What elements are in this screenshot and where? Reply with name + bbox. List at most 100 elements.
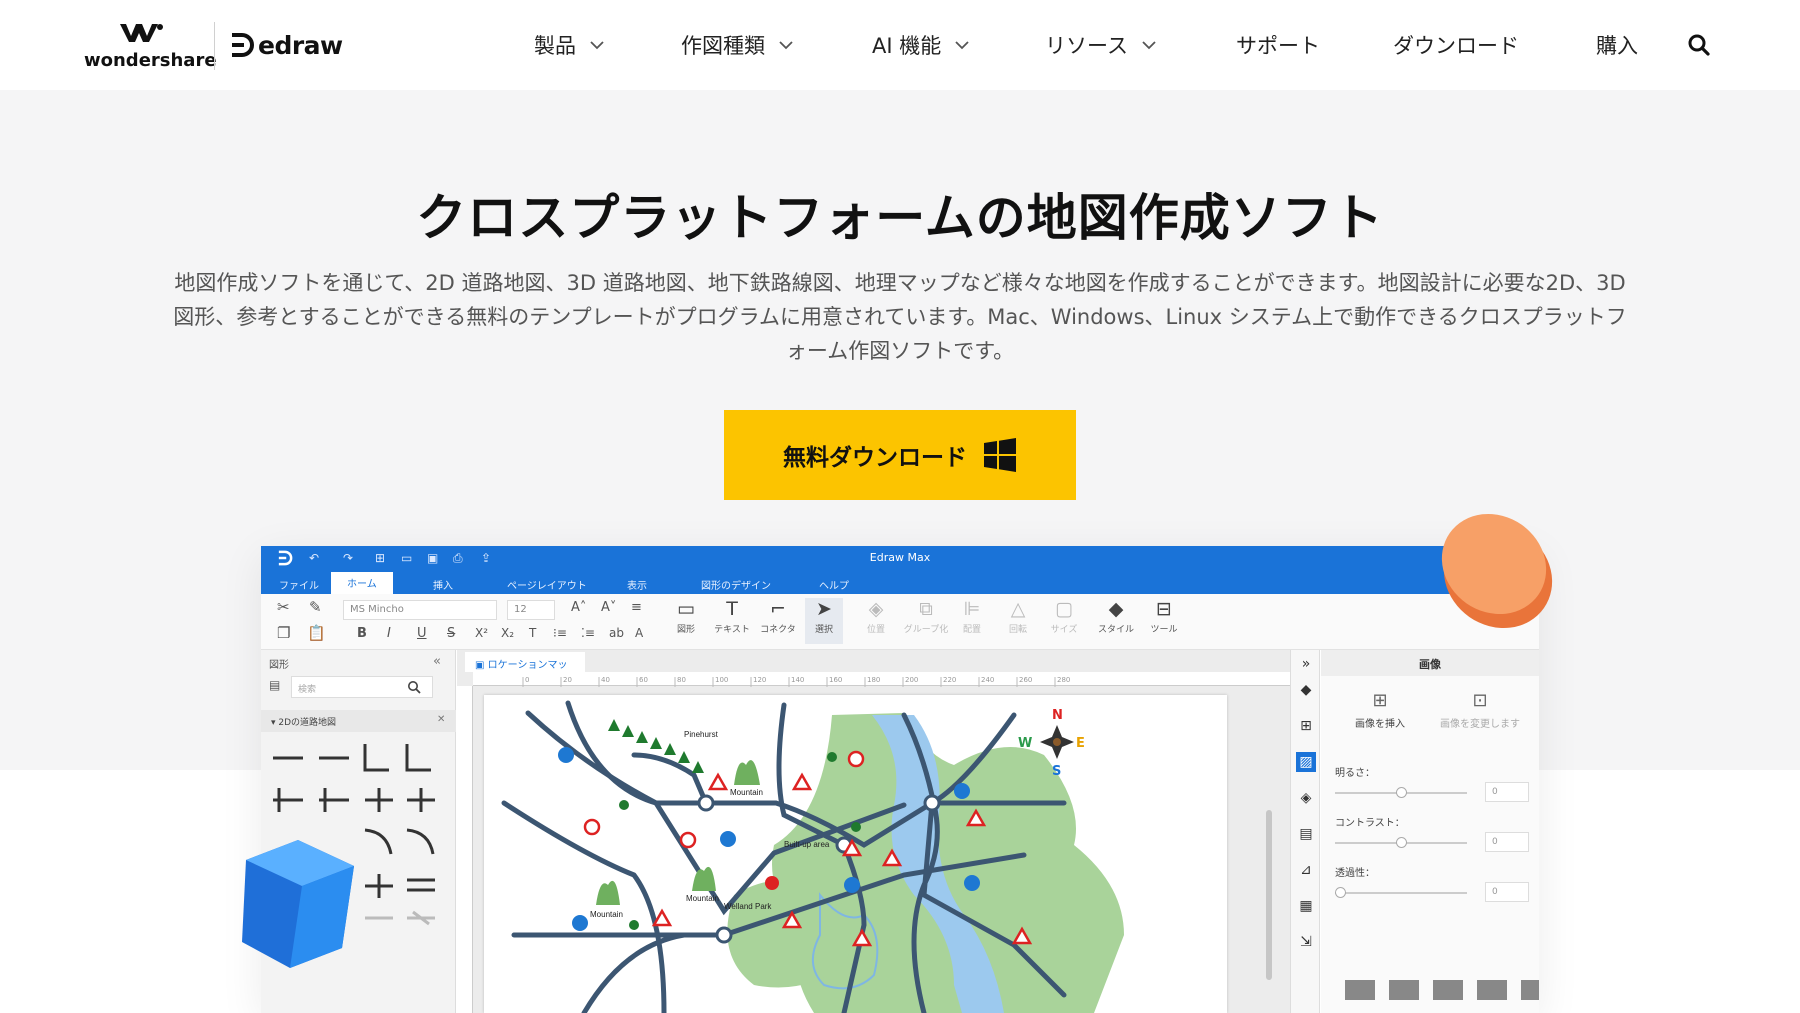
document-tab[interactable]: ▣ ロケーションマップ3 ✕ (465, 652, 585, 686)
brightness-value[interactable]: 0 (1485, 782, 1529, 802)
tools-button[interactable]: ⊟ ツール (1145, 598, 1183, 644)
connector-tool-button[interactable]: ⌐ コネクタ (759, 598, 797, 644)
align-text-icon[interactable]: ≡ (631, 600, 642, 615)
layers-icon[interactable]: ◈ (1296, 788, 1316, 808)
close-icon[interactable]: ✕ (437, 714, 445, 725)
nav-item-ai-features[interactable]: AI 機能 (872, 24, 971, 66)
edraw-app-screenshot: ↶ ↷ ⊞ ▭ ▣ ⎙ ⇪ Edraw Max ファイル ホーム 挿入 ページレ… (261, 546, 1539, 1013)
nav-item-products[interactable]: 製品 (534, 24, 606, 66)
image-icon[interactable]: ▨ (1296, 752, 1316, 772)
size-icon: ▢ (1055, 598, 1073, 620)
fill-icon[interactable]: ◆ (1296, 680, 1316, 700)
select-tool-button[interactable]: ➤ 選択 (805, 598, 843, 644)
copy-icon[interactable]: ❐ (277, 624, 290, 642)
group-button[interactable]: ⧉ グループ化 (903, 598, 949, 644)
map-label-pinehurst: Pinehurst (684, 730, 719, 739)
edraw-logo[interactable]: edraw (230, 28, 343, 62)
shape-category-2d-road-map[interactable]: ▾ 2Dの道路地図 (261, 710, 456, 732)
library-icon[interactable]: ▤ (269, 678, 280, 692)
image-preset[interactable] (1389, 980, 1419, 1000)
chart-icon[interactable]: ⊿ (1296, 860, 1316, 880)
transparency-value[interactable]: 0 (1485, 882, 1529, 902)
text-highlight-icon[interactable]: ab (609, 626, 624, 640)
slider-knob[interactable] (1395, 837, 1407, 848)
shape-tool-button[interactable]: ▭ 図形 (667, 598, 705, 644)
compass-w-label: W (1018, 736, 1032, 751)
change-image-button[interactable]: ⊡ 画像を変更します (1435, 690, 1525, 730)
superscript-icon[interactable]: X² (475, 626, 488, 640)
select-tool-label: 選択 (814, 625, 833, 635)
ruler-tick-label: 200 (905, 676, 918, 684)
free-download-button[interactable]: 無料ダウンロード (724, 410, 1076, 500)
vertical-ruler (457, 686, 473, 1013)
image-preset[interactable] (1345, 980, 1375, 1000)
window-title: Edraw Max (869, 551, 931, 564)
table-icon[interactable]: ▦ (1296, 896, 1316, 916)
paint-bucket-icon: ◆ (1108, 598, 1124, 620)
subscript-icon[interactable]: X₂ (501, 626, 514, 640)
size-label: サイズ (1050, 625, 1078, 635)
tab-file[interactable]: ファイル (279, 574, 319, 594)
chevron-down-icon (779, 41, 793, 50)
underline-icon[interactable]: U (417, 626, 427, 641)
text-tool-button[interactable]: T テキスト (713, 598, 751, 644)
tab-page-layout[interactable]: ページレイアウト (507, 574, 587, 594)
tab-insert[interactable]: 挿入 (433, 574, 453, 594)
tab-help[interactable]: ヘルプ (819, 574, 849, 594)
font-size-select[interactable]: 12 (507, 600, 555, 620)
page-icon[interactable]: ▤ (1296, 824, 1316, 844)
road-map-drawing[interactable]: N S E W Pinehurst Mountain Mountain Moun… (484, 695, 1227, 1013)
paste-icon[interactable]: 📋 (307, 624, 326, 642)
nav-item-resources[interactable]: リソース (1045, 24, 1158, 66)
rotate-button[interactable]: △ 回転 (999, 598, 1037, 644)
font-family-select[interactable]: MS Mincho (343, 600, 497, 620)
nav-item-label: リソース (1045, 34, 1128, 58)
hero-description: 地図作成ソフトを通じて、2D 道路地図、3D 道路地図、地下鉄路線図、地理マップ… (120, 266, 1680, 368)
bold-icon[interactable]: B (357, 626, 367, 641)
transparency-label: 透過性： (1335, 868, 1375, 879)
font-color-icon[interactable]: A (635, 626, 643, 640)
props-title: 画像 (1321, 650, 1539, 676)
tab-shape-design[interactable]: 図形のデザイン (701, 574, 771, 594)
cut-icon[interactable]: ✂ (277, 598, 290, 616)
export-icon[interactable]: ⇲ (1296, 932, 1316, 952)
position-button[interactable]: ◈ 位置 (857, 598, 895, 644)
strikethrough-icon[interactable]: S (447, 626, 455, 641)
brightness-slider[interactable] (1335, 787, 1467, 798)
font-grow-icon[interactable]: A˄ (571, 600, 586, 615)
tab-view[interactable]: 表示 (627, 574, 647, 594)
search-icon[interactable] (1686, 32, 1712, 58)
insert-image-button[interactable]: ⊞ 画像を挿入 (1335, 690, 1425, 730)
nav-item-download[interactable]: ダウンロード (1393, 24, 1519, 66)
contrast-value[interactable]: 0 (1485, 832, 1529, 852)
canvas-scrollbar[interactable] (1266, 810, 1272, 980)
numbered-list-icon[interactable]: ⁝≡ (553, 626, 567, 640)
ruler-tick-label: 260 (1019, 676, 1032, 684)
tab-home[interactable]: ホーム (331, 572, 393, 594)
nav-item-support[interactable]: サポート (1236, 24, 1320, 66)
wondershare-logo[interactable]: wondershare (82, 20, 217, 76)
text-spacing-icon[interactable]: T (529, 626, 536, 640)
image-preset[interactable] (1521, 980, 1539, 1000)
font-shrink-icon[interactable]: A˅ (601, 600, 616, 615)
slider-knob[interactable] (1395, 787, 1407, 798)
size-button[interactable]: ▢ サイズ (1045, 598, 1083, 644)
map-page[interactable]: N S E W Pinehurst Mountain Mountain Moun… (484, 695, 1227, 1013)
search-icon[interactable] (407, 680, 421, 694)
italic-icon[interactable]: I (387, 626, 391, 641)
transparency-slider[interactable] (1335, 887, 1467, 898)
nav-item-diagram-types[interactable]: 作図種類 (681, 24, 795, 66)
image-preset[interactable] (1477, 980, 1507, 1000)
nav-item-buy[interactable]: 購入 (1596, 24, 1638, 66)
slider-knob[interactable] (1335, 887, 1346, 898)
image-preset[interactable] (1433, 980, 1463, 1000)
style-button[interactable]: ◆ スタイル (1097, 598, 1135, 644)
contrast-slider[interactable] (1335, 837, 1467, 848)
format-painter-icon[interactable]: ✎ (309, 598, 322, 616)
grid-icon[interactable]: ⊞ (1296, 716, 1316, 736)
collapse-panel-icon[interactable]: « (433, 654, 441, 669)
expand-panel-icon[interactable]: » (1296, 654, 1316, 674)
bullet-list-icon[interactable]: ⁚≡ (581, 626, 595, 640)
align-button[interactable]: ⊫ 配置 (953, 598, 991, 644)
wondershare-mark-icon (120, 24, 163, 42)
